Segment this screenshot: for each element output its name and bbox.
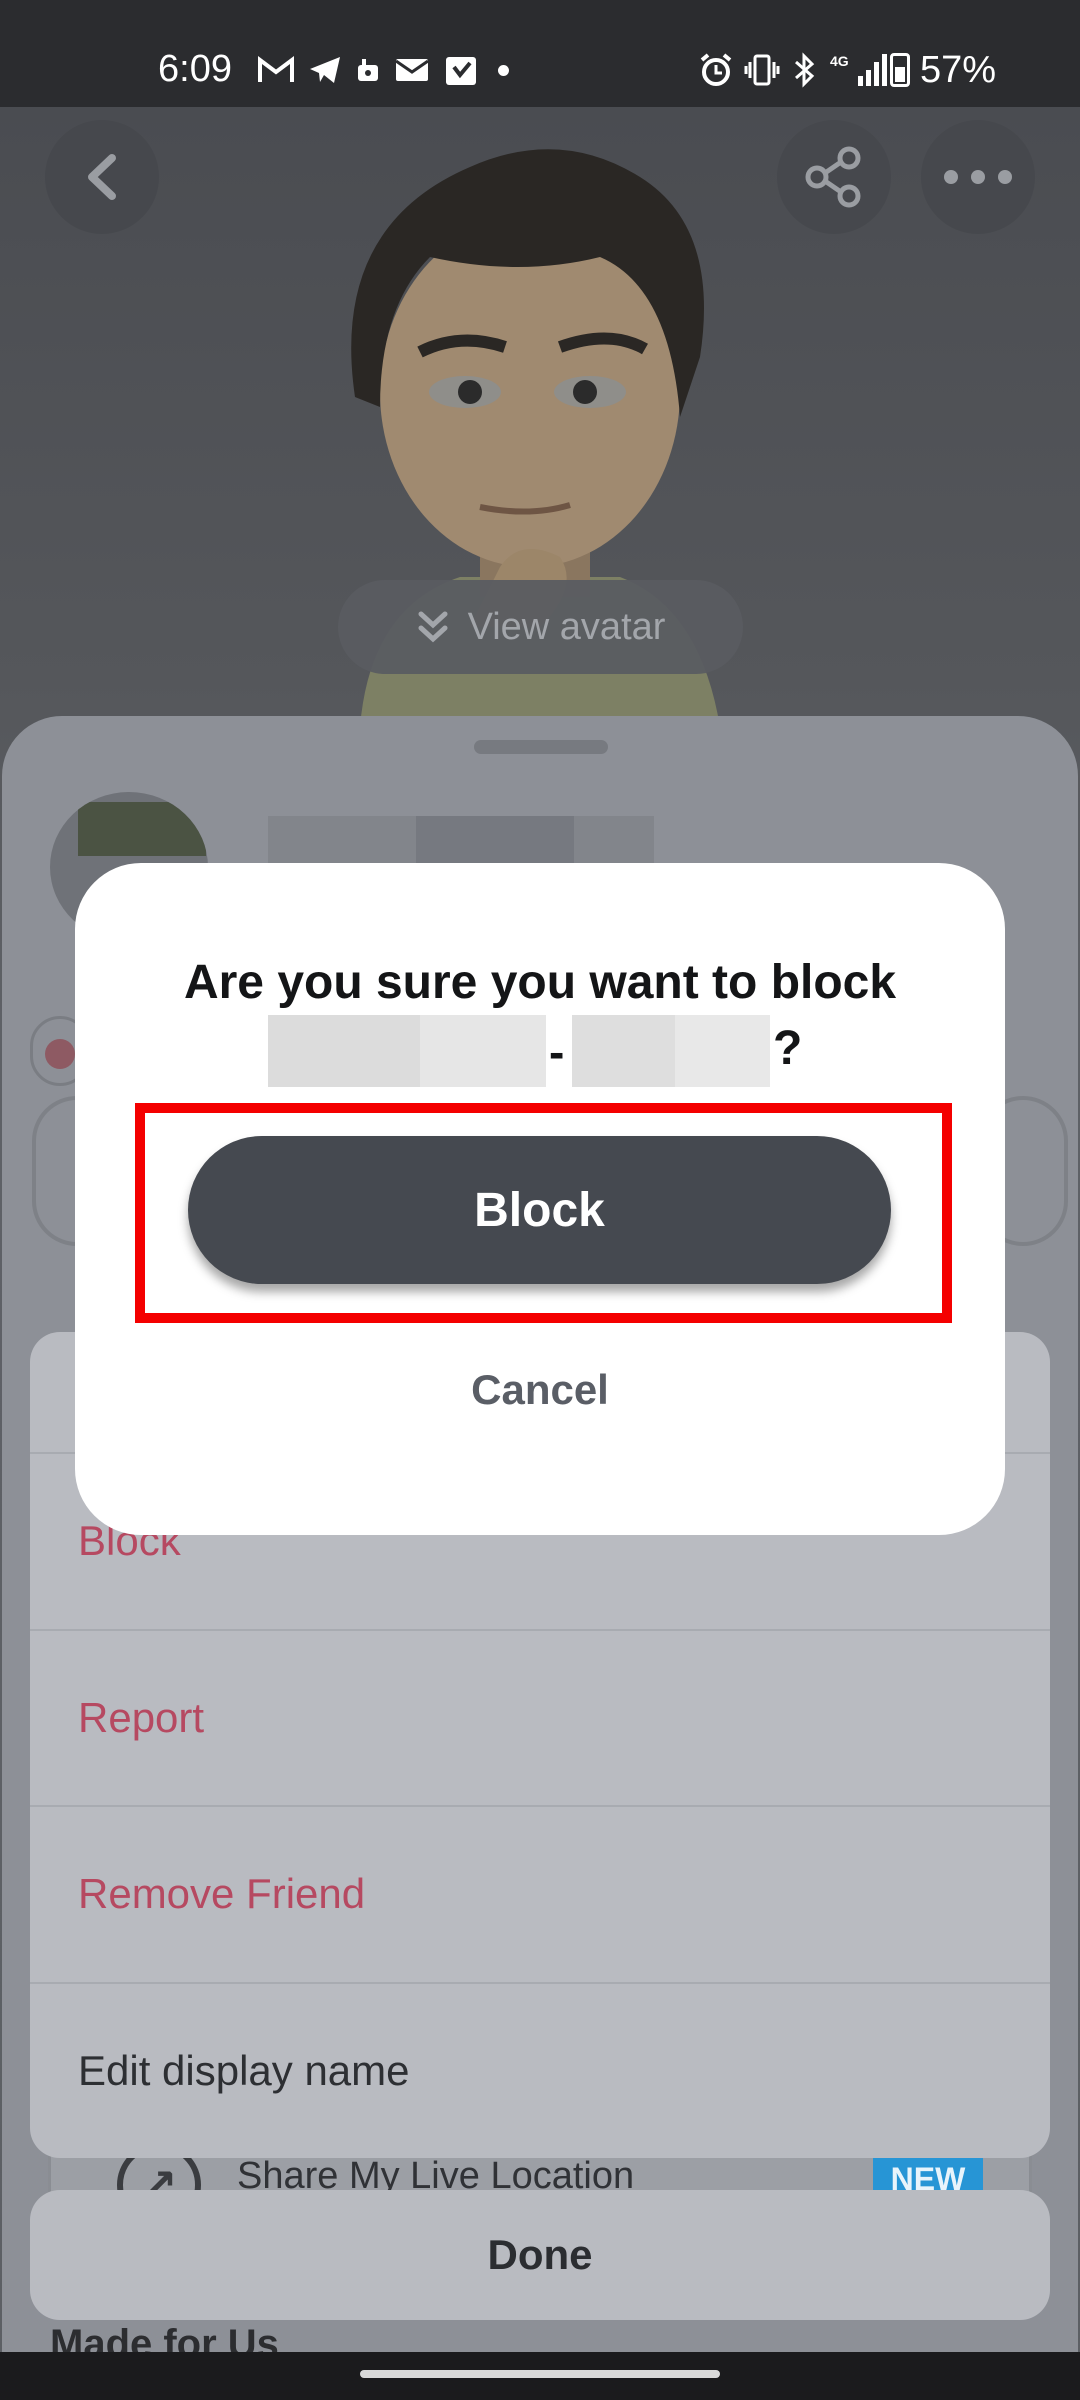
- redacted-name-part: [416, 816, 574, 868]
- action-label: Remove Friend: [78, 1870, 366, 1917]
- svg-text:4G: 4G: [830, 53, 849, 69]
- alarm-icon: [700, 53, 732, 86]
- double-chevron-down-icon: [418, 611, 448, 643]
- view-avatar-label: View avatar: [467, 605, 666, 648]
- action-report[interactable]: Report: [30, 1629, 1050, 1805]
- dialog-username-line: - ?: [75, 1011, 1005, 1087]
- badge-dot: [45, 1039, 75, 1069]
- redacted-block: [78, 802, 206, 856]
- view-avatar-button[interactable]: View avatar: [338, 580, 743, 674]
- back-button[interactable]: [45, 120, 159, 234]
- home-gesture-handle[interactable]: [360, 2370, 720, 2378]
- more-horizontal-icon: [944, 170, 1012, 184]
- username-separator: -: [549, 1026, 565, 1078]
- action-label: Report: [78, 1694, 205, 1741]
- share-icon: [805, 146, 861, 208]
- chevron-left-icon: [88, 154, 116, 200]
- battery-icon: [889, 53, 910, 87]
- vibrate-icon: [744, 54, 780, 86]
- system-icons: 4G: [698, 50, 892, 90]
- battery-group: 57%: [889, 48, 996, 91]
- voicemail-icon: [358, 59, 378, 81]
- redacted-username-part: [675, 1015, 770, 1087]
- bluetooth-icon: [795, 52, 815, 88]
- dialog-title: Are you sure you want to block: [183, 956, 897, 1009]
- 4g-signal-icon: 4G: [830, 53, 887, 86]
- confirm-block-button[interactable]: Block: [188, 1136, 891, 1284]
- telegram-icon: [310, 57, 340, 83]
- sheet-handle[interactable]: [474, 740, 608, 754]
- calendar-icon: [446, 57, 476, 85]
- cancel-button[interactable]: Cancel: [380, 1355, 700, 1425]
- redacted-username-part: [420, 1015, 546, 1087]
- done-button[interactable]: Done: [30, 2190, 1050, 2320]
- navigation-bar: [0, 2352, 1080, 2400]
- battery-percent: 57%: [919, 48, 996, 91]
- notification-icons: [258, 50, 509, 90]
- status-bar: 6:09 4G 57%: [0, 0, 1080, 107]
- dot-icon: [498, 64, 509, 76]
- mail-icon: [395, 59, 429, 81]
- share-button[interactable]: [777, 120, 891, 234]
- question-mark: ?: [773, 1022, 803, 1075]
- action-edit-display-name[interactable]: Edit display name: [30, 1982, 1050, 2158]
- gmail-icon: [258, 56, 294, 82]
- more-options-button[interactable]: [921, 120, 1035, 234]
- action-label: Edit display name: [78, 2047, 410, 2094]
- action-remove-friend[interactable]: Remove Friend: [30, 1805, 1050, 1981]
- status-time: 6:09: [158, 48, 232, 90]
